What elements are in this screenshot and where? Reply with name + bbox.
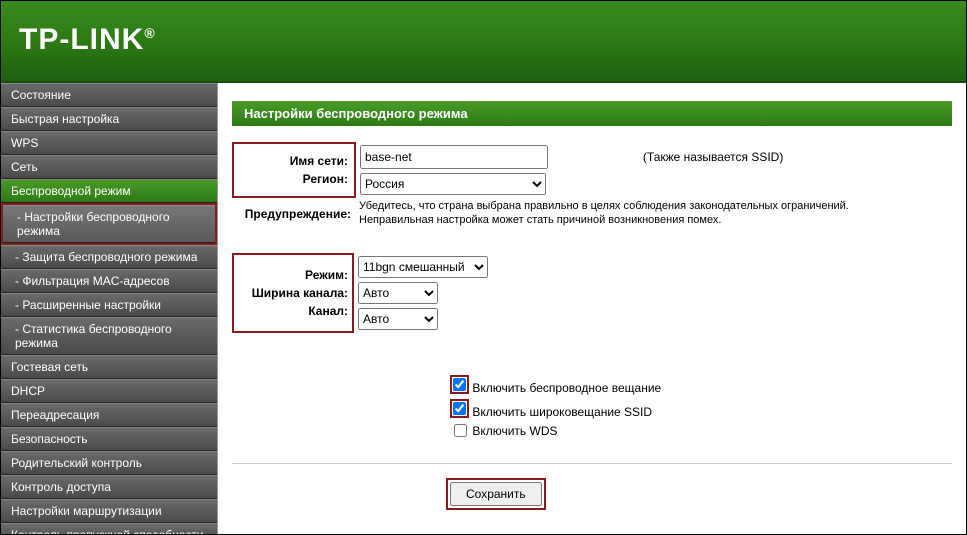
nav-status[interactable]: Состояние bbox=[1, 83, 217, 107]
label-region: Регион: bbox=[234, 170, 352, 188]
label-warning: Предупреждение: bbox=[233, 197, 355, 229]
nav-access[interactable]: Контроль доступа bbox=[1, 475, 217, 499]
nav-wps[interactable]: WPS bbox=[1, 131, 217, 155]
nav-routing[interactable]: Настройки маршрутизации bbox=[1, 499, 217, 523]
enable-wireless-label: Включить беспроводное вещание bbox=[472, 381, 661, 395]
checkbox-block: Включить беспроводное вещание Включить ш… bbox=[446, 373, 665, 439]
form-block-1: Имя сети: Регион: (Также называется SSID… bbox=[232, 142, 853, 229]
ssid-input[interactable] bbox=[360, 145, 548, 169]
enable-wds-label: Включить WDS bbox=[472, 423, 557, 437]
nav-network[interactable]: Сеть bbox=[1, 155, 217, 179]
nav-wireless-settings[interactable]: - Настройки беспроводного режима bbox=[3, 205, 215, 243]
warning-text: Убедитесь, что страна выбрана правильно … bbox=[355, 197, 853, 229]
label-channel: Канал: bbox=[234, 302, 352, 320]
width-select[interactable]: Авто bbox=[358, 282, 438, 304]
nav-guest[interactable]: Гостевая сеть bbox=[1, 355, 217, 379]
nav-bandwidth[interactable]: Контроль пропускной способности bbox=[1, 523, 217, 534]
label-width: Ширина канала: bbox=[234, 284, 352, 302]
enable-wireless-checkbox[interactable] bbox=[453, 378, 466, 391]
nav-dhcp[interactable]: DHCP bbox=[1, 379, 217, 403]
panel-title: Настройки беспроводного режима bbox=[232, 101, 952, 126]
nav-parental[interactable]: Родительский контроль bbox=[1, 451, 217, 475]
header: TP-LINK® bbox=[1, 1, 966, 83]
save-button[interactable]: Сохранить bbox=[450, 482, 542, 506]
nav-quick-setup[interactable]: Быстрая настройка bbox=[1, 107, 217, 131]
nav-wireless-advanced[interactable]: - Расширенные настройки bbox=[1, 293, 217, 317]
mode-select[interactable]: 11bgn смешанный bbox=[358, 256, 488, 278]
nav-wireless-stats[interactable]: - Статистика беспроводного режима bbox=[1, 317, 217, 355]
ssid-hint: (Также называется SSID) bbox=[639, 143, 853, 171]
content-area: Настройки беспроводного режима Имя сети:… bbox=[218, 83, 966, 534]
form-block-2: Режим: Ширина канала: Канал: 11bgn смеша… bbox=[232, 253, 494, 333]
nav-wireless[interactable]: Беспроводной режим bbox=[1, 179, 217, 203]
nav-mac-filter[interactable]: - Фильтрация MAC-адресов bbox=[1, 269, 217, 293]
enable-ssid-broadcast-label: Включить широковещание SSID bbox=[472, 405, 652, 419]
label-mode: Режим: bbox=[234, 266, 352, 284]
enable-ssid-broadcast-checkbox[interactable] bbox=[453, 402, 466, 415]
enable-wds-checkbox[interactable] bbox=[454, 424, 467, 437]
nav-security[interactable]: Безопасность bbox=[1, 427, 217, 451]
channel-select[interactable]: Авто bbox=[358, 308, 438, 330]
nav-wireless-security[interactable]: - Защита беспроводного режима bbox=[1, 245, 217, 269]
nav-forwarding[interactable]: Переадресация bbox=[1, 403, 217, 427]
label-ssid: Имя сети: bbox=[234, 152, 352, 170]
region-select[interactable]: Россия bbox=[360, 173, 546, 195]
logo: TP-LINK® bbox=[19, 23, 156, 57]
sidebar: Состояние Быстрая настройка WPS Сеть Бес… bbox=[1, 83, 218, 534]
